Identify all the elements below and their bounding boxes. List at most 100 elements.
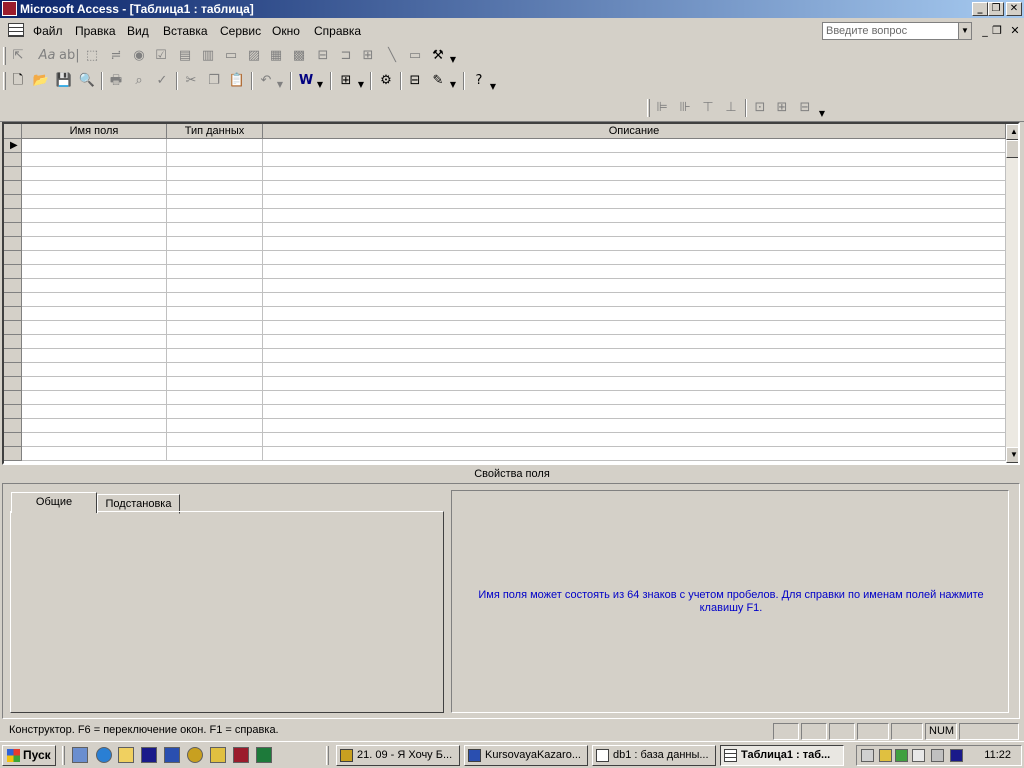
view-dropdown-icon[interactable]: ▼ [315,75,325,95]
subform-icon[interactable]: ⊞ [358,46,378,66]
grid-cell[interactable] [22,321,167,335]
grid-cell[interactable] [22,209,167,223]
tab-general[interactable]: Общие [11,492,97,513]
view-icon[interactable]: W [296,71,316,91]
grid-cell[interactable] [22,307,167,321]
restore-button[interactable]: ❐ [988,2,1004,16]
grid-cell[interactable] [22,265,167,279]
copy-icon[interactable]: ❐ [204,71,224,91]
menu-edit[interactable]: Правка [75,24,116,38]
undo-icon[interactable]: ↶ [256,71,276,91]
grid-cell[interactable] [22,279,167,293]
task-winamp[interactable]: 21. 09 - Я Хочу Б... [336,745,460,766]
row-selector[interactable] [4,223,22,237]
grid-cell[interactable] [263,391,1006,405]
toggle-button-icon[interactable]: ≓ [106,46,126,66]
paste-icon[interactable]: 📋 [227,71,247,91]
row-selector[interactable] [4,433,22,447]
grid-cell[interactable] [167,307,263,321]
grid-cell[interactable] [263,265,1006,279]
close-button[interactable]: ✕ [1006,2,1022,16]
grid-cell[interactable] [22,167,167,181]
grid-cell[interactable] [167,349,263,363]
grid-cell[interactable] [263,237,1006,251]
grid-cell[interactable] [22,293,167,307]
rectangle-icon[interactable]: ▭ [405,46,425,66]
grid-cell[interactable] [167,335,263,349]
row-selector[interactable] [4,405,22,419]
document-window-icon[interactable] [8,23,24,37]
menu-insert[interactable]: Вставка [163,24,208,38]
align-left-icon[interactable]: ⊫ [652,98,672,118]
row-selector[interactable] [4,391,22,405]
row-selector[interactable] [4,307,22,321]
volume-icon[interactable] [861,749,874,762]
grid-cell[interactable] [22,181,167,195]
image-icon[interactable]: ▨ [244,46,264,66]
grid-cell[interactable] [22,447,167,461]
row-selector[interactable] [4,167,22,181]
menu-help[interactable]: Справка [314,24,361,38]
option-button-icon[interactable]: ◉ [129,46,149,66]
open-icon[interactable]: 📂 [31,71,51,91]
label-aa-icon[interactable]: Aa [37,46,57,66]
cut-icon[interactable]: ✂ [181,71,201,91]
grid-cell[interactable] [22,195,167,209]
scroll-down-icon[interactable]: ▼ [1006,447,1018,463]
menu-tools[interactable]: Сервис [220,24,261,38]
update-icon[interactable] [912,749,925,762]
grid-cell[interactable] [263,321,1006,335]
menu-file[interactable]: Файл [33,24,63,38]
row-selector[interactable] [4,363,22,377]
grid-cell[interactable] [263,279,1006,293]
save-icon[interactable]: 💾 [54,71,74,91]
combo-box-icon[interactable]: ▤ [175,46,195,66]
grid-cell[interactable] [22,377,167,391]
unbound-frame-icon[interactable]: ▦ [266,46,286,66]
grid-cell[interactable] [22,391,167,405]
safely-remove-icon[interactable] [931,749,944,762]
grid-cell[interactable] [263,405,1006,419]
grid-cell[interactable] [167,447,263,461]
checkbox-icon[interactable]: ☑ [151,46,171,66]
ie-icon[interactable] [96,747,112,763]
grid-cell[interactable] [22,363,167,377]
column-header-data-type[interactable]: Тип данных [167,124,263,139]
task-word-doc[interactable]: KursovayaKazaro... [464,745,588,766]
more-controls-icon[interactable]: ⚒ [428,46,448,66]
grid-cell[interactable] [263,209,1006,223]
toolbar-options-icon[interactable]: ▼ [448,50,458,70]
grid-cell[interactable] [167,223,263,237]
row-selector[interactable] [4,349,22,363]
row-selector[interactable] [4,181,22,195]
show-desktop-icon[interactable] [72,747,88,763]
grid-cell[interactable] [22,223,167,237]
grid-cell[interactable] [22,139,167,153]
grid-cell[interactable] [167,321,263,335]
grid-cell[interactable] [263,377,1006,391]
grid-cell[interactable] [263,139,1006,153]
undo-dropdown-icon[interactable]: ▼ [275,75,285,95]
grid-cell[interactable] [22,335,167,349]
print-icon[interactable]: 🖶 [106,71,126,91]
column-header-description[interactable]: Описание [263,124,1006,139]
grid-cell[interactable] [167,433,263,447]
grid-cell[interactable] [22,349,167,363]
grid-cell[interactable] [167,209,263,223]
grid-cell[interactable] [263,447,1006,461]
network-icon[interactable] [879,749,892,762]
scroll-thumb[interactable] [1006,140,1018,158]
minimize-button[interactable]: _ [972,2,988,16]
grid-cell[interactable] [167,251,263,265]
grid-cell[interactable] [167,237,263,251]
scroll-up-icon[interactable]: ▲ [1006,124,1018,140]
doc-restore-button[interactable]: ❐ [990,24,1004,38]
grid-cell[interactable] [167,377,263,391]
grid-cell[interactable] [22,153,167,167]
grid-cell[interactable] [22,419,167,433]
media-icon[interactable] [187,747,203,763]
list-box-icon[interactable]: ▥ [198,46,218,66]
grid-cell[interactable] [263,349,1006,363]
row-selector[interactable] [4,377,22,391]
outlook-icon[interactable] [118,747,134,763]
